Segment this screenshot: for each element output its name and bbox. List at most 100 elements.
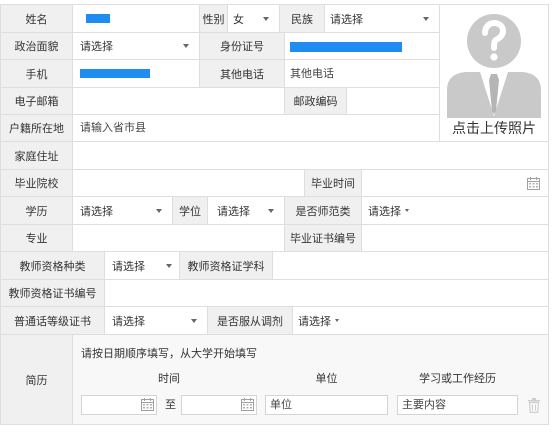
major-input[interactable] — [73, 225, 284, 251]
resume-section: 请按日期顺序填写，从大学开始填写 时间 单位 学习或工作经历 至 — [73, 335, 549, 425]
photo-upload[interactable]: 点击上传照片 — [440, 5, 549, 142]
resume-unit-input[interactable] — [266, 396, 387, 414]
mobile-cell — [73, 60, 200, 88]
caret-down-icon — [183, 44, 189, 48]
certificate-number-input[interactable] — [105, 280, 548, 306]
graduation-time-cell — [362, 170, 549, 197]
trash-icon[interactable] — [528, 398, 540, 413]
caret-down-icon — [335, 319, 339, 322]
certificate-subject-input[interactable] — [273, 252, 548, 279]
calendar-icon[interactable] — [527, 177, 540, 190]
certificate-type-select-value: 请选择 — [112, 260, 145, 273]
caret-down-icon — [263, 16, 269, 21]
political-status-select-value: 请选择 — [80, 41, 113, 53]
name-cell — [73, 5, 200, 33]
political-status-select[interactable]: 请选择 — [73, 33, 200, 60]
major-label: 专业 — [1, 225, 73, 252]
caret-down-icon — [156, 208, 162, 213]
postcode-input[interactable] — [347, 88, 439, 114]
photo-upload-label[interactable]: 点击上传照片 — [440, 119, 548, 137]
resume-content-input[interactable] — [398, 396, 517, 414]
school-cell — [73, 170, 305, 197]
degree-label: 学位 — [173, 197, 208, 225]
normal-major-select[interactable]: 请选择 — [368, 197, 409, 224]
resume-content[interactable] — [397, 395, 518, 415]
ethnicity-select-value: 请选择 — [330, 13, 363, 26]
degree-select[interactable]: 请选择 — [208, 197, 285, 225]
home-address-cell — [73, 142, 549, 170]
email-label: 电子邮箱 — [1, 88, 73, 115]
email-cell — [73, 88, 285, 115]
resume-column-experience: 学习或工作经历 — [419, 373, 496, 385]
school-input[interactable] — [73, 170, 304, 196]
household-input[interactable] — [73, 115, 439, 141]
resume-column-time: 时间 — [158, 373, 180, 385]
resume-start-date[interactable] — [81, 395, 157, 415]
graduation-time-input[interactable] — [362, 170, 548, 196]
gender-select[interactable]: 女 — [228, 5, 280, 33]
ethnicity-select[interactable]: 请选择 — [325, 5, 440, 33]
gender-select-value: 女 — [233, 13, 244, 26]
household-label: 户籍所在地 — [1, 115, 73, 142]
redacted-text — [86, 14, 110, 23]
avatar-placeholder-icon — [447, 14, 541, 118]
redacted-text — [80, 69, 150, 78]
date-range-separator: 至 — [165, 399, 176, 411]
accept-reassignment-cell: 请选择 — [293, 307, 549, 335]
education-level-label: 学历 — [1, 197, 73, 225]
caret-down-icon — [166, 263, 172, 268]
mandarin-certificate-label: 普通话等级证书 — [1, 307, 105, 335]
email-input[interactable] — [73, 88, 284, 114]
diploma-number-label: 毕业证书编号 — [285, 225, 362, 252]
postcode-label: 邮政编码 — [285, 88, 347, 115]
school-label: 毕业院校 — [1, 170, 73, 197]
resume-label: 简历 — [1, 335, 73, 425]
name-label: 姓名 — [1, 5, 73, 33]
home-address-input[interactable] — [73, 142, 548, 169]
mobile-label: 手机 — [1, 60, 73, 88]
education-level-select-value: 请选择 — [80, 205, 113, 218]
certificate-subject-label: 教师资格证学科 — [180, 252, 273, 280]
certificate-number-cell — [105, 280, 549, 307]
major-cell — [73, 225, 285, 252]
diploma-number-cell — [362, 225, 549, 252]
postcode-cell — [347, 88, 440, 115]
resume-column-unit: 单位 — [315, 373, 338, 385]
ethnicity-label: 民族 — [280, 5, 325, 33]
other-phone-label: 其他电话 — [200, 60, 285, 88]
resume-end-date[interactable] — [181, 395, 257, 415]
caret-down-icon — [268, 208, 274, 213]
home-address-label: 家庭住址 — [1, 142, 73, 170]
certificate-subject-cell — [273, 252, 549, 280]
id-number-label: 身份证号 — [200, 33, 285, 60]
gender-label: 性别 — [200, 5, 228, 33]
diploma-number-input[interactable] — [362, 225, 548, 251]
education-level-select[interactable]: 请选择 — [73, 197, 173, 225]
normal-major-label: 是否师范类 — [285, 197, 362, 225]
other-phone-input[interactable] — [285, 60, 439, 87]
normal-major-select-value: 请选择 — [368, 205, 401, 218]
accept-reassignment-label: 是否服从调剂 — [208, 307, 293, 335]
certificate-type-label: 教师资格种类 — [1, 252, 105, 280]
caret-down-icon — [405, 209, 409, 212]
mandarin-certificate-select[interactable]: 请选择 — [105, 307, 208, 335]
calendar-icon[interactable] — [241, 398, 254, 411]
household-cell — [73, 115, 440, 142]
certificate-number-label: 教师资格证书编号 — [1, 280, 105, 307]
teacher-registration-form: 姓名 性别 女 民族 请选择 点击上传照片 政治面貌 请选择 身份证号 手机 其… — [0, 0, 554, 432]
mandarin-certificate-select-value: 请选择 — [112, 315, 145, 328]
id-number-cell — [285, 33, 440, 60]
graduation-time-label: 毕业时间 — [305, 170, 362, 197]
accept-reassignment-select[interactable]: 请选择 — [298, 307, 339, 334]
caret-down-icon — [423, 16, 429, 21]
other-phone-cell — [285, 60, 440, 88]
certificate-type-select[interactable]: 请选择 — [105, 252, 180, 280]
resume-unit[interactable] — [265, 395, 388, 415]
degree-select-value: 请选择 — [217, 205, 250, 218]
calendar-icon[interactable] — [141, 398, 154, 411]
redacted-text — [290, 42, 402, 52]
political-status-label: 政治面貌 — [1, 33, 73, 60]
normal-major-cell: 请选择 — [362, 197, 549, 225]
caret-down-icon — [191, 318, 197, 323]
resume-hint: 请按日期顺序填写，从大学开始填写 — [81, 348, 257, 360]
